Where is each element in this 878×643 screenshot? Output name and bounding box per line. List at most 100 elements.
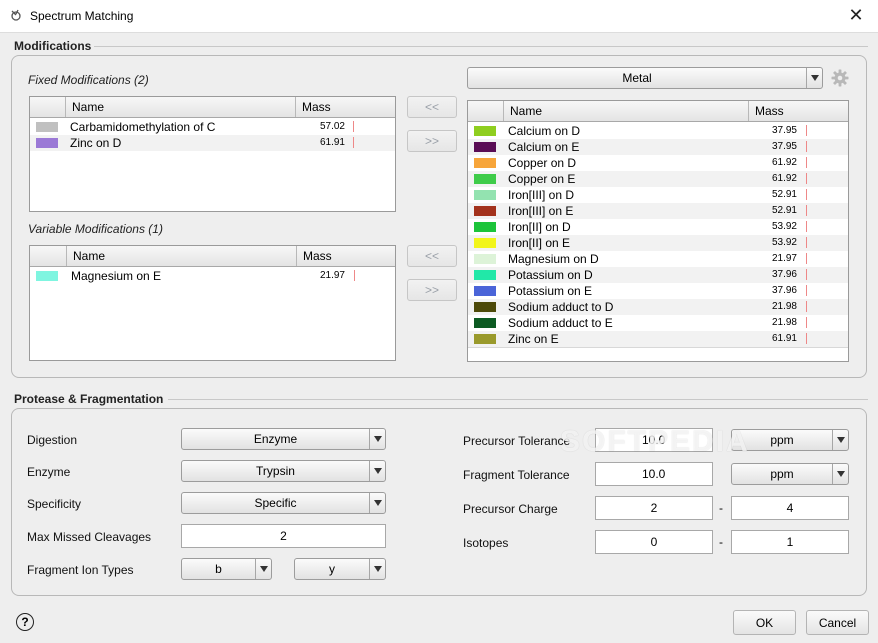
table-row[interactable]: Potassium on D 37.96 <box>468 267 848 283</box>
chevron-down-icon <box>832 464 848 484</box>
chevron-down-icon <box>369 493 385 513</box>
enzyme-select-value: Trypsin <box>256 464 295 478</box>
mass-bar <box>806 333 807 344</box>
modification-name: Iron[III] on D <box>508 188 575 202</box>
color-swatch <box>474 318 496 328</box>
modification-mass: 21.97 <box>771 253 797 264</box>
isotopes-min-input[interactable]: 0 <box>595 530 713 554</box>
table-row[interactable]: Copper on D 61.92 <box>468 155 848 171</box>
isotopes-max-input[interactable]: 1 <box>731 530 849 554</box>
modification-name: Iron[II] on D <box>508 220 571 234</box>
modification-mass: 37.96 <box>771 269 797 280</box>
mass-bar <box>806 301 807 312</box>
table-row[interactable]: Calcium on E 37.95 <box>468 139 848 155</box>
max-missed-cleavages-label: Max Missed Cleavages <box>27 530 152 544</box>
table-row[interactable]: Zinc on D 61.91 <box>30 135 395 151</box>
fragment-tolerance-label: Fragment Tolerance <box>463 468 570 482</box>
close-icon: ✕ <box>848 5 864 25</box>
gear-icon[interactable] <box>831 69 849 87</box>
modification-name: Calcium on D <box>508 124 581 138</box>
variable-modifications-table[interactable]: Name Mass Magnesium on E 21.97 <box>29 245 396 361</box>
table-row[interactable]: Potassium on E 37.96 <box>468 283 848 299</box>
table-row[interactable]: Copper on E 61.92 <box>468 171 848 187</box>
modifications-section-title: Modifications <box>14 39 92 53</box>
color-column-header <box>30 246 66 266</box>
enzyme-select[interactable]: Trypsin <box>181 460 386 482</box>
mass-column-header[interactable]: Mass <box>296 246 396 266</box>
fixed-modifications-table[interactable]: Name Mass Carbamidomethylation of C 57.02… <box>29 96 396 212</box>
ion-type-2-value: y <box>329 562 335 576</box>
specificity-select[interactable]: Specific <box>181 492 386 514</box>
modification-category-select[interactable]: Metal <box>467 67 823 89</box>
fragment-ion-type-1-select[interactable]: b <box>181 558 272 580</box>
table-row[interactable]: Calcium on D 37.95 <box>468 123 848 139</box>
max-missed-cleavages-input[interactable]: 2 <box>181 524 386 548</box>
modification-mass: 37.95 <box>771 125 797 136</box>
help-icon[interactable]: ? <box>16 613 34 631</box>
variable-modifications-title: Variable Modifications (1) <box>28 222 163 236</box>
color-column-header <box>468 101 503 121</box>
name-column-header[interactable]: Name <box>503 101 748 121</box>
modification-mass: 57.02 <box>319 121 345 132</box>
available-modifications-table[interactable]: Name Mass Calcium on D 37.95 Calcium on E 3… <box>467 100 849 362</box>
color-swatch <box>36 271 58 281</box>
color-swatch <box>474 302 496 312</box>
table-row[interactable]: Sodium adduct to E 21.98 <box>468 315 848 331</box>
precursor-charge-max-input[interactable]: 4 <box>731 496 849 520</box>
name-column-header[interactable]: Name <box>66 246 296 266</box>
horizontal-scrollbar[interactable] <box>468 347 848 361</box>
app-icon <box>11 9 21 21</box>
table-row[interactable]: Magnesium on D 21.97 <box>468 251 848 267</box>
modification-mass: 37.95 <box>771 141 797 152</box>
fragment-tolerance-input[interactable]: 10.0 <box>595 462 713 486</box>
color-swatch <box>474 174 496 184</box>
digestion-select[interactable]: Enzyme <box>181 428 386 450</box>
modification-name: Sodium adduct to D <box>508 300 614 314</box>
table-row[interactable]: Iron[II] on D 53.92 <box>468 219 848 235</box>
modification-name: Magnesium on D <box>508 252 599 266</box>
fragment-tolerance-unit-select[interactable]: ppm <box>731 463 849 485</box>
modification-mass: 52.91 <box>771 205 797 216</box>
name-column-header[interactable]: Name <box>65 97 295 117</box>
table-row[interactable]: Iron[III] on D 52.91 <box>468 187 848 203</box>
color-swatch <box>474 222 496 232</box>
chevron-down-icon <box>369 461 385 481</box>
cancel-button[interactable]: Cancel <box>806 610 869 635</box>
mass-bar <box>806 125 807 136</box>
color-swatch <box>474 286 496 296</box>
title-bar: Spectrum Matching ✕ <box>0 0 878 32</box>
color-swatch <box>474 190 496 200</box>
modification-name: Copper on D <box>508 156 577 170</box>
modification-mass: 21.98 <box>771 317 797 328</box>
ok-button[interactable]: OK <box>733 610 796 635</box>
add-variable-button[interactable]: >> <box>407 279 457 301</box>
table-row[interactable]: Iron[II] on E 53.92 <box>468 235 848 251</box>
modification-mass: 61.92 <box>771 157 797 168</box>
mass-column-header[interactable]: Mass <box>748 101 848 121</box>
window-title: Spectrum Matching <box>30 9 134 23</box>
add-fixed-button[interactable]: >> <box>407 130 457 152</box>
table-row[interactable]: Sodium adduct to D 21.98 <box>468 299 848 315</box>
modification-mass: 61.91 <box>771 333 797 344</box>
precursor-charge-min-input[interactable]: 2 <box>595 496 713 520</box>
category-select-value: Metal <box>622 71 652 85</box>
color-swatch <box>474 254 496 264</box>
table-row[interactable]: Iron[III] on E 52.91 <box>468 203 848 219</box>
mass-bar <box>806 221 807 232</box>
modification-mass: 53.92 <box>771 221 797 232</box>
remove-variable-button[interactable]: << <box>407 245 457 267</box>
modification-mass: 53.92 <box>771 237 797 248</box>
table-row[interactable]: Carbamidomethylation of C 57.02 <box>30 119 395 135</box>
color-swatch <box>474 238 496 248</box>
mass-column-header[interactable]: Mass <box>295 97 395 117</box>
table-row[interactable]: Magnesium on E 21.97 <box>30 268 395 284</box>
close-button[interactable]: ✕ <box>834 0 878 31</box>
fragment-ion-types-label: Fragment Ion Types <box>27 563 134 577</box>
remove-fixed-button[interactable]: << <box>407 96 457 118</box>
table-row[interactable]: Zinc on E 61.91 <box>468 331 848 347</box>
mass-bar <box>353 137 354 148</box>
table-header: Name Mass <box>30 97 395 118</box>
modification-name: Copper on E <box>508 172 576 186</box>
color-swatch <box>36 138 58 148</box>
fragment-ion-type-2-select[interactable]: y <box>294 558 386 580</box>
